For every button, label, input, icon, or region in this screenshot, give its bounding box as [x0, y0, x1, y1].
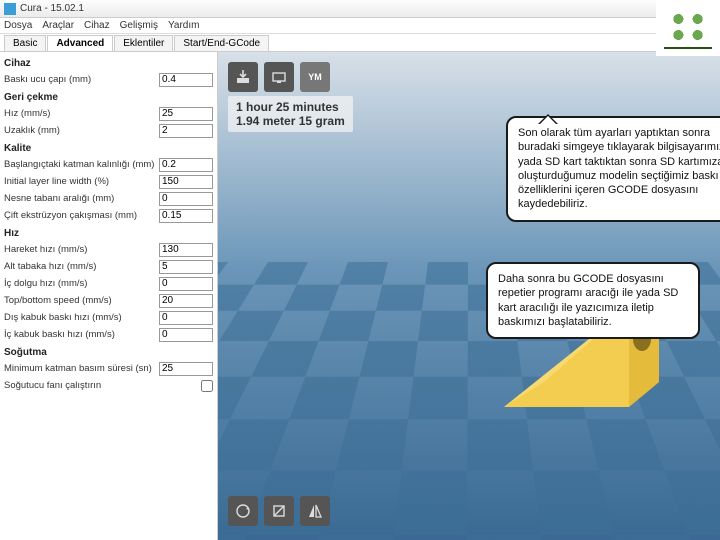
- setting-row: Baskı ucu çapı (mm): [4, 71, 213, 88]
- titlebar: Cura - 15.02.1: [0, 0, 720, 18]
- tab-basic[interactable]: Basic: [4, 35, 46, 51]
- setting-label: Dış kabuk baskı hızı (mm/s): [4, 312, 159, 323]
- setting-label: İç kabuk baskı hızı (mm/s): [4, 329, 159, 340]
- bottom-toolbar: [228, 496, 330, 526]
- window-title: Cura - 15.02.1: [20, 3, 84, 14]
- setting-row: Uzaklık (mm): [4, 122, 213, 139]
- menu-advanced[interactable]: Gelişmiş: [120, 20, 158, 31]
- setting-label: Başlangıçtaki katman kalınlığı (mm): [4, 159, 159, 170]
- main: Cihaz Baskı ucu çapı (mm) Geri çekme Hız (m…: [0, 52, 720, 540]
- setting-label: Baskı ucu çapı (mm): [4, 74, 159, 85]
- rotate-button[interactable]: [228, 496, 258, 526]
- print-time: 1 hour 25 minutes: [236, 100, 345, 114]
- setting-input[interactable]: [159, 107, 213, 121]
- brand-logo: [656, 0, 720, 56]
- setting-input[interactable]: [159, 328, 213, 342]
- setting-input[interactable]: [159, 158, 213, 172]
- setting-row: Hareket hızı (mm/s): [4, 241, 213, 258]
- setting-checkbox[interactable]: [201, 380, 213, 392]
- tab-advanced[interactable]: Advanced: [47, 35, 113, 51]
- setting-input[interactable]: [159, 311, 213, 325]
- setting-label: İç dolgu hızı (mm/s): [4, 278, 159, 289]
- scale-button[interactable]: [264, 496, 294, 526]
- menu-device[interactable]: Cihaz: [84, 20, 110, 31]
- setting-row: Nesne tabanı aralığı (mm): [4, 190, 213, 207]
- setting-label: Initial layer line width (%): [4, 176, 159, 187]
- section-header: Cihaz: [4, 58, 213, 69]
- setting-input[interactable]: [159, 192, 213, 206]
- tabbar: Basic Advanced Eklentiler Start/End-GCod…: [0, 34, 720, 52]
- setting-input[interactable]: [159, 277, 213, 291]
- setting-row: Alt tabaka hızı (mm/s): [4, 258, 213, 275]
- setting-label: Hareket hızı (mm/s): [4, 244, 159, 255]
- tab-plugins[interactable]: Eklentiler: [114, 35, 173, 51]
- settings-sidebar: Cihaz Baskı ucu çapı (mm) Geri çekme Hız (m…: [0, 52, 218, 540]
- section-header: Hız: [4, 228, 213, 239]
- section-header: Geri çekme: [4, 92, 213, 103]
- setting-input[interactable]: [159, 209, 213, 223]
- setting-input[interactable]: [159, 243, 213, 257]
- setting-label: Top/bottom speed (mm/s): [4, 295, 159, 306]
- setting-label: Alt tabaka hızı (mm/s): [4, 261, 159, 272]
- setting-row: İç kabuk baskı hızı (mm/s): [4, 326, 213, 343]
- setting-row: Dış kabuk baskı hızı (mm/s): [4, 309, 213, 326]
- 3d-viewport[interactable]: YM 1 hour 25 minutes 1.94 meter 15 gram …: [218, 52, 720, 540]
- tab-startend[interactable]: Start/End-GCode: [174, 35, 269, 51]
- setting-label: Uzaklık (mm): [4, 125, 159, 136]
- print-info: 1 hour 25 minutes 1.94 meter 15 gram: [228, 96, 353, 132]
- setting-row: Soğutucu fanı çalıştırın: [4, 377, 213, 394]
- setting-input[interactable]: [159, 175, 213, 189]
- setting-row: Top/bottom speed (mm/s): [4, 292, 213, 309]
- setting-row: İç dolgu hızı (mm/s): [4, 275, 213, 292]
- share-button[interactable]: [264, 62, 294, 92]
- setting-label: Soğutucu fanı çalıştırın: [4, 380, 201, 391]
- section-header: Soğutma: [4, 347, 213, 358]
- setting-row: Hız (mm/s): [4, 105, 213, 122]
- setting-row: Minimum katman basım süresi (sn): [4, 360, 213, 377]
- menu-file[interactable]: Dosya: [4, 20, 32, 31]
- setting-label: Nesne tabanı aralığı (mm): [4, 193, 159, 204]
- setting-label: Minimum katman basım süresi (sn): [4, 363, 159, 374]
- setting-row: Çift ekstrüzyon çakışması (mm): [4, 207, 213, 224]
- top-toolbar: YM: [228, 62, 330, 92]
- setting-input[interactable]: [159, 260, 213, 274]
- callout-save: Son olarak tüm ayarları yaptıktan sonra …: [506, 116, 720, 222]
- setting-input[interactable]: [159, 73, 213, 87]
- setting-row: Initial layer line width (%): [4, 173, 213, 190]
- setting-label: Hız (mm/s): [4, 108, 159, 119]
- mirror-button[interactable]: [300, 496, 330, 526]
- callout-gcode: Daha sonra bu GCODE dosyasını repetier p…: [486, 262, 700, 339]
- menu-help[interactable]: Yardım: [168, 20, 200, 31]
- save-toolpath-button[interactable]: [228, 62, 258, 92]
- setting-row: Başlangıçtaki katman kalınlığı (mm): [4, 156, 213, 173]
- print-material: 1.94 meter 15 gram: [236, 114, 345, 128]
- setting-input[interactable]: [159, 362, 213, 376]
- menu-tools[interactable]: Araçlar: [42, 20, 74, 31]
- setting-input[interactable]: [159, 124, 213, 138]
- ym-button[interactable]: YM: [300, 62, 330, 92]
- section-header: Kalite: [4, 143, 213, 154]
- menubar: Dosya Araçlar Cihaz Gelişmiş Yardım: [0, 18, 720, 34]
- setting-input[interactable]: [159, 294, 213, 308]
- app-icon: [4, 3, 16, 15]
- setting-label: Çift ekstrüzyon çakışması (mm): [4, 210, 159, 221]
